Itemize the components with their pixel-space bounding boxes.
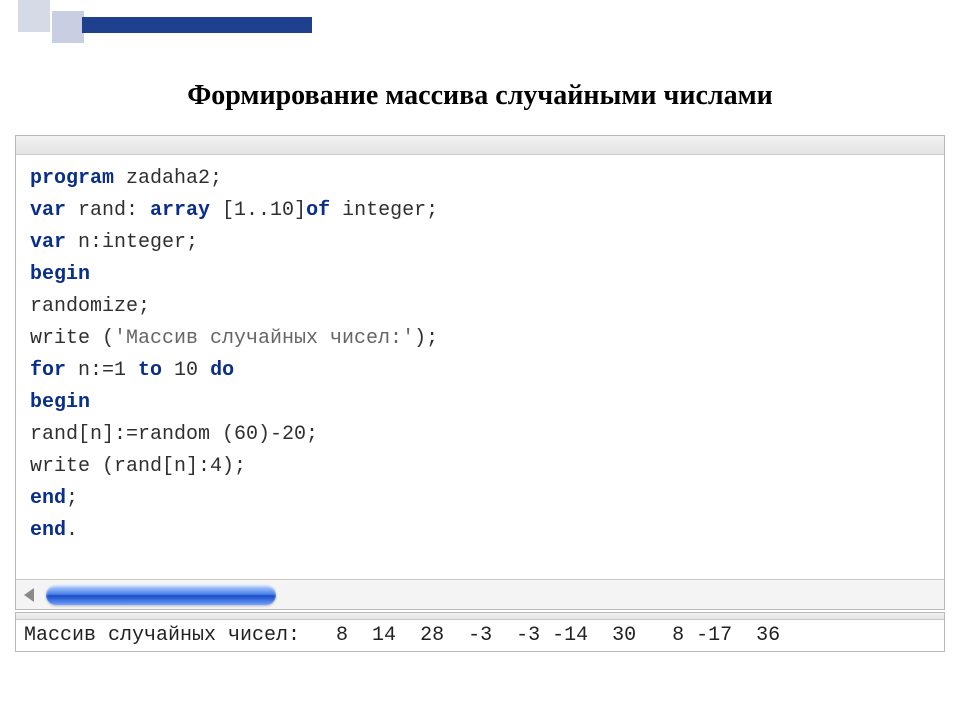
code-text: zadaha2;	[114, 167, 222, 190]
scroll-left-icon[interactable]	[24, 588, 34, 602]
keyword: program	[30, 167, 114, 190]
code-line: begin	[30, 387, 930, 419]
code-text: rand[n]:=random (60)-20;	[30, 423, 318, 446]
program-output: Массив случайных чисел: 8 14 28 -3 -3 -1…	[16, 620, 944, 651]
horizontal-scrollbar[interactable]	[16, 579, 944, 609]
code-line: rand[n]:=random (60)-20;	[30, 419, 930, 451]
output-panel: Массив случайных чисел: 8 14 28 -3 -3 -1…	[15, 612, 945, 652]
code-line: randomize;	[30, 291, 930, 323]
code-text: write (rand[n]:4);	[30, 455, 246, 478]
scroll-thumb[interactable]	[46, 585, 276, 605]
slide-title: Формирование массива случайными числами	[0, 80, 960, 112]
keyword: begin	[30, 263, 90, 286]
deco-bar	[82, 17, 312, 33]
keyword: for	[30, 359, 66, 382]
code-text: n:integer;	[66, 231, 198, 254]
code-text: .	[66, 519, 78, 542]
code-text: randomize;	[30, 295, 150, 318]
code-text: rand:	[66, 199, 150, 222]
code-line: var n:integer;	[30, 227, 930, 259]
code-text: 10	[162, 359, 210, 382]
code-line: end.	[30, 515, 930, 547]
keyword: array	[150, 199, 210, 222]
code-text: write (	[30, 327, 114, 350]
source-code: program zadaha2; var rand: array [1..10]…	[16, 155, 944, 555]
code-text: ;	[66, 487, 78, 510]
code-line: for n:=1 to 10 do	[30, 355, 930, 387]
code-line: program zadaha2;	[30, 163, 930, 195]
output-header-strip	[16, 613, 944, 620]
code-text: [1..10]	[210, 199, 306, 222]
code-line: write ('Массив случайных чисел:');	[30, 323, 930, 355]
keyword: end	[30, 487, 66, 510]
deco-square	[18, 0, 50, 32]
keyword: do	[210, 359, 234, 382]
keyword: end	[30, 519, 66, 542]
code-text: );	[414, 327, 438, 350]
code-line: begin	[30, 259, 930, 291]
keyword: var	[30, 199, 66, 222]
deco-square	[52, 11, 84, 43]
code-editor-frame: program zadaha2; var rand: array [1..10]…	[15, 135, 945, 610]
keyword: to	[138, 359, 162, 382]
code-line: var rand: array [1..10]of integer;	[30, 195, 930, 227]
keyword: of	[306, 199, 330, 222]
string-literal: 'Массив случайных чисел:'	[114, 327, 414, 350]
code-text: n:=1	[66, 359, 138, 382]
editor-header-strip	[16, 136, 944, 155]
code-text: integer;	[330, 199, 438, 222]
slide-decoration	[0, 0, 320, 50]
code-line: end;	[30, 483, 930, 515]
keyword: var	[30, 231, 66, 254]
code-line: write (rand[n]:4);	[30, 451, 930, 483]
keyword: begin	[30, 391, 90, 414]
